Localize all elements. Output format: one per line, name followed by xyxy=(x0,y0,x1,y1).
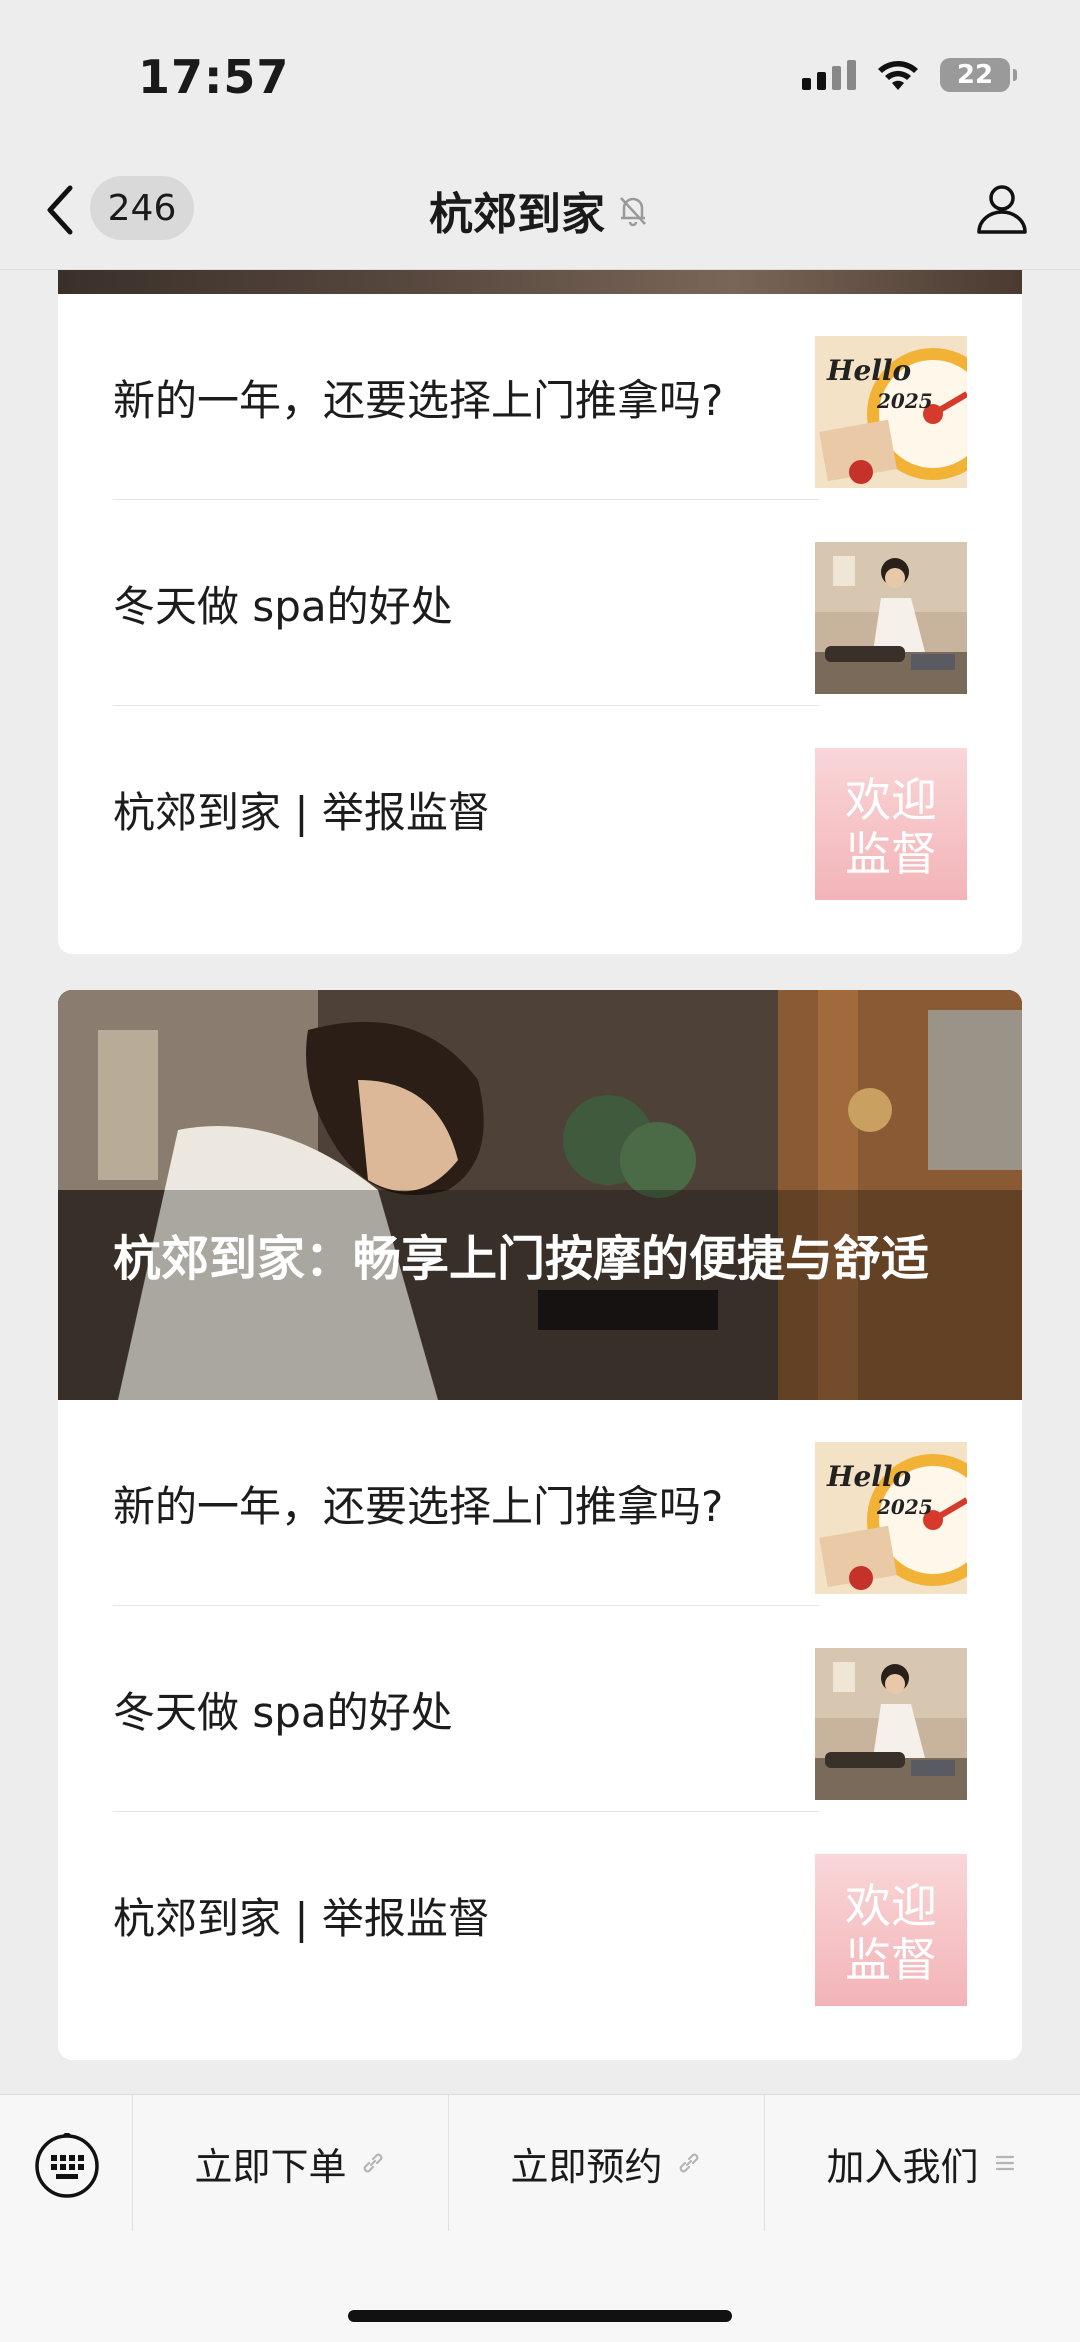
menu-join-us[interactable]: 加入我们 xyxy=(764,2095,1080,2231)
article-card: 新的一年，还要选择上门推拿吗? Hello 2025 冬天做 spa的好处 杭郊… xyxy=(58,248,1022,954)
welcome-supervision-thumbnail: 欢迎 监督 xyxy=(815,1854,967,2006)
year-label: 2025 xyxy=(876,1495,933,1519)
menu-lines-icon xyxy=(995,2155,1014,2171)
welcome-supervision-thumbnail: 欢迎 监督 xyxy=(815,748,967,900)
welcome-line2: 监督 xyxy=(845,827,937,881)
home-indicator[interactable] xyxy=(348,2310,732,2322)
battery-icon: 22 xyxy=(940,58,1017,92)
hello-label: Hello xyxy=(826,1460,911,1493)
page-title: 杭郊到家 xyxy=(429,189,605,240)
article-list-item[interactable]: 杭郊到家 | 举报监督 欢迎 监督 xyxy=(58,706,1022,912)
menu-label: 加入我们 xyxy=(826,2144,979,2189)
link-icon xyxy=(363,2153,382,2173)
article-title: 新的一年，还要选择上门推拿吗? xyxy=(113,1481,724,1531)
mute-bell-icon xyxy=(620,197,646,227)
menu-book-now[interactable]: 立即预约 xyxy=(448,2095,764,2231)
wifi-icon xyxy=(878,61,918,90)
menu-label: 立即下单 xyxy=(194,2144,347,2189)
article-list-item[interactable]: 冬天做 spa的好处 xyxy=(58,1606,1022,1812)
article-title: 新的一年，还要选择上门推拿吗? xyxy=(113,375,724,425)
welcome-line1: 欢迎 xyxy=(845,1879,937,1933)
welcome-line2: 监督 xyxy=(845,1933,937,1987)
status-icons: 22 xyxy=(802,58,1017,92)
menu-order-now[interactable]: 立即下单 xyxy=(132,2095,448,2231)
status-time: 17:57 xyxy=(138,50,290,104)
hello-label: Hello xyxy=(826,354,911,387)
article-list-item[interactable]: 冬天做 spa的好处 xyxy=(58,500,1022,706)
article-title: 冬天做 spa的好处 xyxy=(113,581,453,631)
hero-title: 杭郊到家：畅享上门按摩的便捷与舒适 xyxy=(113,1231,930,1287)
profile-icon[interactable] xyxy=(974,180,1030,236)
menu-label: 立即预约 xyxy=(510,2144,663,2189)
hero-image[interactable]: 杭郊到家：畅享上门按摩的便捷与舒适 xyxy=(58,990,1022,1400)
spa-massage-thumbnail xyxy=(815,1648,967,1800)
article-list-item[interactable]: 杭郊到家 | 举报监督 欢迎 监督 xyxy=(58,1812,1022,2018)
spa-massage-thumbnail xyxy=(815,542,967,694)
article-title: 杭郊到家 | 举报监督 xyxy=(113,1893,490,1943)
article-list-item[interactable]: 新的一年，还要选择上门推拿吗? Hello 2025 xyxy=(58,1400,1022,1606)
hello-2025-clock-thumbnail: Hello 2025 xyxy=(815,1442,967,1594)
top-bar: 17:57 22 246 杭郊到家 xyxy=(0,0,1080,270)
cellular-signal-icon xyxy=(802,60,856,90)
article-title: 冬天做 spa的好处 xyxy=(113,1687,453,1737)
year-label: 2025 xyxy=(876,389,933,413)
hello-2025-clock-thumbnail: Hello 2025 xyxy=(815,336,967,488)
keyboard-icon[interactable] xyxy=(34,2133,100,2199)
article-title: 杭郊到家 | 举报监督 xyxy=(113,787,490,837)
nav-title-group: 杭郊到家 xyxy=(0,178,1080,242)
welcome-line1: 欢迎 xyxy=(845,773,937,827)
link-icon xyxy=(679,2153,698,2173)
article-card: 杭郊到家：畅享上门按摩的便捷与舒适 新的一年，还要选择上门推拿吗? Hello … xyxy=(58,990,1022,2060)
bottom-menu-bar: 立即下单 立即预约 加入我们 xyxy=(0,2094,1080,2342)
article-list-item[interactable]: 新的一年，还要选择上门推拿吗? Hello 2025 xyxy=(58,294,1022,500)
